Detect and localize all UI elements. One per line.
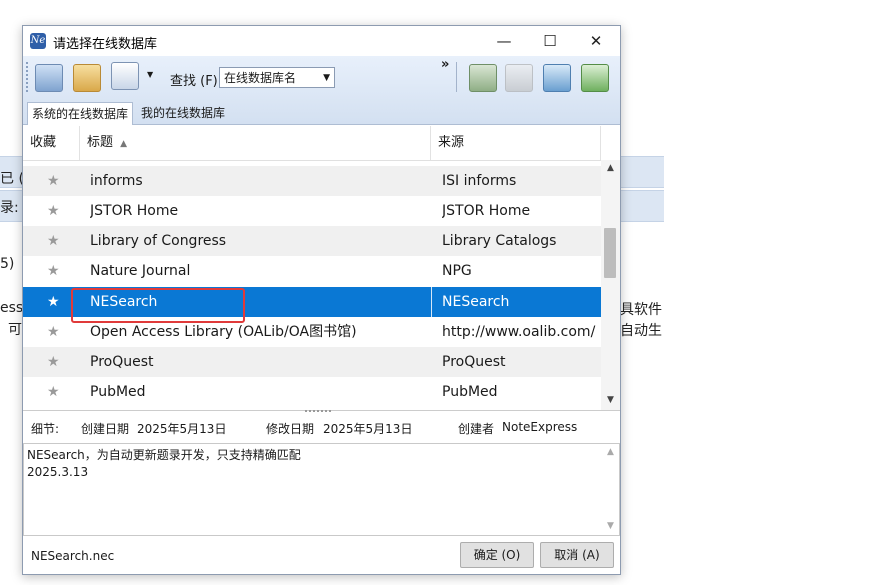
column-divider	[431, 287, 432, 317]
notes-textarea[interactable]: NESearch，为自动更新题录开发，只支持精确匹配 2025.3.13 ▲ ▼	[23, 443, 620, 536]
cancel-button[interactable]: 取消 (A)	[540, 542, 614, 568]
column-source-header[interactable]: 来源	[431, 126, 601, 160]
background-text: 录:	[0, 200, 19, 216]
scroll-up-icon[interactable]: ▲	[601, 160, 620, 176]
row-source: Library Catalogs	[442, 233, 557, 249]
column-title-header[interactable]: 标题 ▲	[80, 126, 431, 160]
details-bar: 细节: 创建日期 2025年5月13日 修改日期 2025年5月13日 创建者 …	[23, 414, 620, 440]
scroll-down-icon[interactable]: ▼	[601, 392, 620, 408]
star-icon[interactable]: ★	[47, 347, 60, 377]
scroll-up-icon[interactable]: ▲	[602, 444, 619, 460]
toolbar-separator	[456, 62, 457, 92]
column-title-label: 标题	[87, 135, 114, 150]
scrollbar-thumb[interactable]	[604, 228, 616, 278]
background-text: 可	[8, 322, 22, 338]
created-date-value: 2025年5月13日	[137, 422, 227, 436]
modified-date-label: 修改日期	[266, 422, 315, 436]
dialog-title: 请选择在线数据库	[53, 37, 158, 52]
annotation-highlight-box	[71, 288, 245, 323]
noteexpress-app-icon: Ne	[30, 33, 46, 49]
notes-line: 2025.3.13	[27, 465, 89, 479]
background-text: ess	[0, 300, 24, 316]
toolbar-overflow-icon[interactable]: »	[441, 57, 449, 72]
file-name: NESearch.nec	[31, 549, 115, 563]
row-title: JSTOR Home	[90, 203, 179, 219]
modified-date-value: 2025年5月13日	[323, 422, 413, 436]
ok-button[interactable]: 确定 (O)	[460, 542, 534, 568]
chevron-down-icon: ▼	[323, 73, 330, 83]
star-icon[interactable]: ★	[47, 256, 60, 286]
tab-system-databases[interactable]: 系统的在线数据库	[27, 102, 134, 125]
notes-line: NESearch，为自动更新题录开发，只支持精确匹配	[27, 448, 301, 462]
minimize-button[interactable]: —	[481, 26, 527, 56]
row-source: http://www.oalib.com/	[442, 324, 596, 340]
row-source: JSTOR Home	[442, 203, 531, 219]
toolbar: ▼ 查找 (F) 在线数据库名 ▼ » 系统的在线数据库 我的在线数据库	[23, 56, 620, 125]
creator-value: NoteExpress	[502, 420, 578, 434]
table-row[interactable]: ★ Nature Journal NPG	[23, 256, 601, 286]
column-favorite-header[interactable]: 收藏	[23, 126, 80, 160]
folder-gear-icon[interactable]	[73, 64, 101, 92]
table-row[interactable]: ★ Library of Congress Library Catalogs	[23, 226, 601, 256]
chevron-down-icon[interactable]: ▼	[147, 70, 153, 79]
document-settings-icon[interactable]	[111, 62, 139, 90]
table-row[interactable]: ★ JSTOR Home JSTOR Home	[23, 196, 601, 226]
background-text: 自动生	[620, 323, 662, 339]
star-icon[interactable]: ★	[47, 166, 60, 196]
background-text: 具软件	[620, 302, 662, 318]
tab-my-databases[interactable]: 我的在线数据库	[137, 102, 229, 124]
find-field-value: 在线数据库名	[224, 71, 297, 85]
select-online-database-dialog: Ne 请选择在线数据库 — ☐ ✕ ▼ 查找 (F) 在线数据库名 ▼ » 系统…	[22, 25, 621, 575]
star-icon[interactable]: ★	[47, 287, 60, 317]
scroll-down-icon[interactable]: ▼	[602, 518, 619, 534]
star-icon[interactable]: ★	[47, 377, 60, 401]
notes-scrollbar[interactable]: ▲ ▼	[602, 444, 619, 535]
database-grid: 收藏 标题 ▲ 来源 ★ informs ISI informs ★ JSTOR…	[23, 126, 620, 411]
star-icon[interactable]: ★	[47, 226, 60, 256]
star-icon[interactable]: ★	[47, 196, 60, 226]
background-text: 5)	[0, 256, 15, 272]
row-source: ISI informs	[442, 173, 517, 189]
import-arrow-icon[interactable]	[469, 64, 497, 92]
table-row[interactable]: ★ PubMed PubMed	[23, 377, 601, 401]
created-date-label: 创建日期	[81, 422, 130, 436]
row-title: ProQuest	[90, 354, 154, 370]
refresh-gear-icon[interactable]	[543, 64, 571, 92]
row-source: NESearch	[442, 294, 510, 310]
row-title: Library of Congress	[90, 233, 227, 249]
delete-disabled-icon	[505, 64, 533, 92]
table-row[interactable]: ★ informs ISI informs	[23, 166, 601, 196]
star-icon[interactable]: ★	[47, 317, 60, 347]
grid-header: 收藏 标题 ▲ 来源	[23, 126, 620, 161]
toolbar-grip[interactable]	[26, 62, 31, 92]
close-button[interactable]: ✕	[573, 26, 619, 56]
row-source: ProQuest	[442, 354, 506, 370]
details-label: 细节:	[31, 422, 60, 436]
title-bar: Ne 请选择在线数据库 — ☐ ✕	[23, 26, 620, 56]
row-source: PubMed	[442, 384, 498, 400]
status-bar: NESearch.nec 确定 (O) 取消 (A)	[23, 538, 620, 574]
row-title: PubMed	[90, 384, 146, 400]
creator-label: 创建者	[458, 422, 495, 436]
row-title: informs	[90, 173, 143, 189]
row-source: NPG	[442, 263, 472, 279]
grid-scrollbar[interactable]: ▲ ▼	[601, 160, 620, 410]
sort-ascending-icon: ▲	[120, 139, 128, 149]
maximize-button[interactable]: ☐	[527, 26, 573, 56]
export-arrow-icon[interactable]	[581, 64, 609, 92]
find-field-select[interactable]: 在线数据库名 ▼	[219, 67, 335, 88]
database-server-icon[interactable]	[35, 64, 63, 92]
find-label: 查找 (F)	[170, 74, 218, 89]
table-row[interactable]: ★ ProQuest ProQuest	[23, 347, 601, 377]
row-title: Nature Journal	[90, 263, 191, 279]
